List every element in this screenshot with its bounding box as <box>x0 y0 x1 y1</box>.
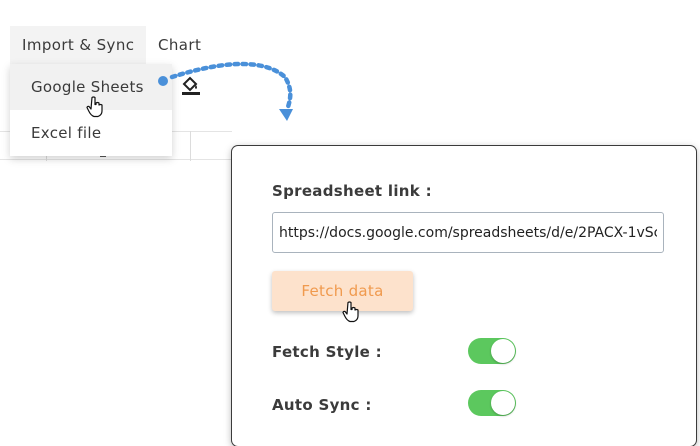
toggle-knob <box>491 391 515 415</box>
grid-line <box>0 159 232 160</box>
connector-arrow <box>158 61 293 121</box>
auto-sync-label: Auto Sync : <box>272 396 372 414</box>
cell-mark <box>100 156 106 157</box>
pointer-cursor-icon <box>86 96 103 118</box>
pointer-cursor-icon <box>342 301 359 323</box>
spreadsheet-link-label: Spreadsheet link : <box>272 182 432 200</box>
fetch-style-toggle[interactable] <box>468 338 516 364</box>
sync-settings-panel: Spreadsheet link : Fetch data Fetch Styl… <box>232 146 696 446</box>
auto-sync-toggle[interactable] <box>468 390 516 416</box>
toggle-knob <box>491 339 515 363</box>
fetch-style-label: Fetch Style : <box>272 343 382 361</box>
spreadsheet-link-input[interactable] <box>272 212 664 253</box>
tab-import-sync[interactable]: Import & Sync <box>10 26 147 64</box>
grid-line <box>190 131 191 161</box>
